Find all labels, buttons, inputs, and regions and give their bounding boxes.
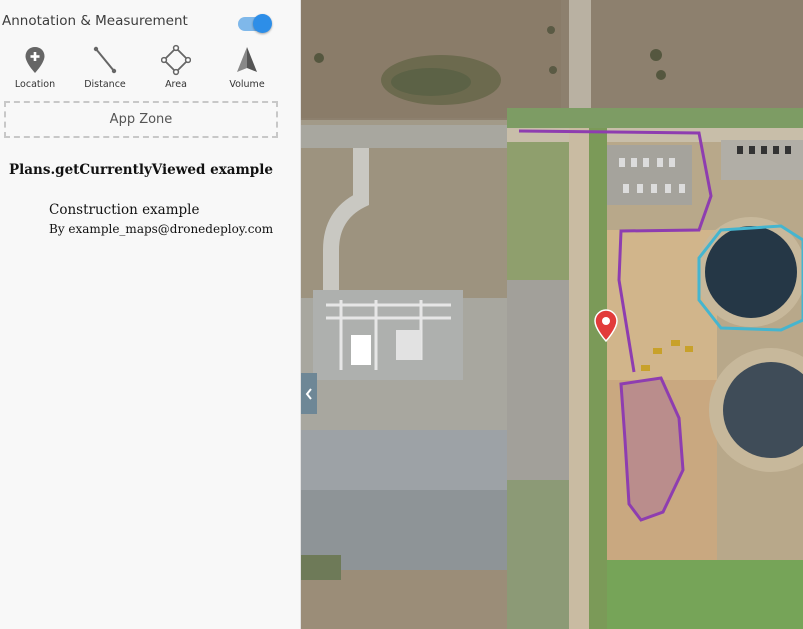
annotations-toggle[interactable] [238, 14, 272, 33]
aerial-map[interactable] [301, 0, 803, 629]
app-zone[interactable]: App Zone [4, 101, 278, 138]
chevron-left-icon [305, 388, 312, 400]
distance-tool-button[interactable]: Distance [70, 44, 140, 94]
plans-example-heading: Plans.getCurrentlyViewed example [9, 162, 273, 178]
area-tool-button[interactable]: Area [141, 44, 211, 94]
toggle-knob [253, 14, 272, 33]
annotation-panel: Annotation & Measurement Location Distan… [0, 0, 301, 629]
area-tool-label: Area [165, 79, 187, 90]
location-pin-icon [25, 47, 45, 73]
volume-tool-label: Volume [229, 79, 265, 90]
area-polygon-icon [161, 44, 191, 76]
location-tool-button[interactable]: Location [0, 44, 70, 94]
map-view[interactable] [301, 0, 803, 629]
collapse-panel-button[interactable] [301, 373, 317, 414]
volume-pyramid-icon [237, 47, 257, 72]
distance-line-icon [93, 46, 117, 74]
location-tool-label: Location [14, 79, 56, 90]
distance-tool-label: Distance [84, 79, 126, 90]
plan-name: Construction example [49, 202, 200, 218]
plan-author: By example_maps@dronedeploy.com [49, 222, 274, 236]
panel-title: Annotation & Measurement [2, 13, 188, 29]
volume-tool-button[interactable]: Volume [212, 44, 282, 94]
